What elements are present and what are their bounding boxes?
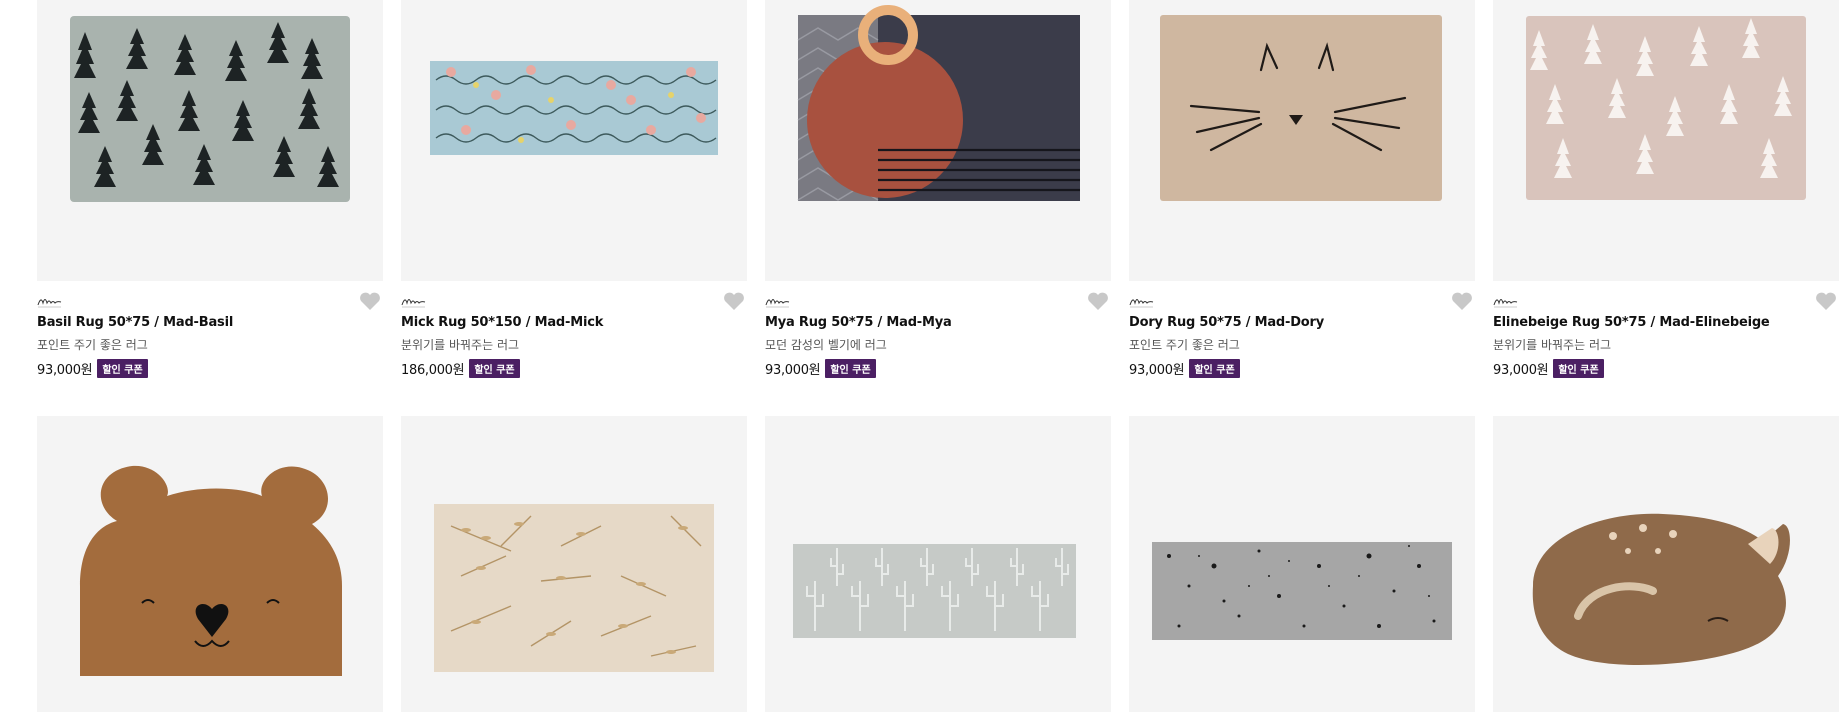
product-title[interactable]: Dory Rug 50*75 / Mad-Dory	[1129, 315, 1324, 330]
product-card[interactable]: Dory Rug 50*75 / Mad-Dory 포인트 주기 좋은 러그 9…	[1129, 0, 1475, 416]
product-image[interactable]	[1493, 0, 1839, 281]
product-card[interactable]	[401, 416, 747, 712]
product-card[interactable]	[765, 416, 1111, 712]
product-image[interactable]	[765, 0, 1111, 281]
wishlist-heart-icon[interactable]	[723, 291, 745, 311]
elinebeige-rug-image	[1526, 16, 1806, 200]
coupon-badge: 할인 쿠폰	[469, 359, 520, 378]
product-image[interactable]	[1129, 0, 1475, 281]
speckled-rug-image	[1152, 542, 1452, 640]
product-title[interactable]: Basil Rug 50*75 / Mad-Basil	[37, 315, 233, 330]
product-image[interactable]	[401, 0, 747, 281]
mad-logo-icon	[765, 293, 791, 308]
dory-rug-image	[1160, 15, 1442, 201]
mad-logo-icon	[1129, 293, 1155, 308]
product-card[interactable]: Basil Rug 50*75 / Mad-Basil 포인트 주기 좋은 러그…	[37, 0, 383, 416]
price-row: 93,000원 할인 쿠폰	[765, 359, 876, 378]
product-title[interactable]: Mya Rug 50*75 / Mad-Mya	[765, 315, 952, 330]
fawn-rug-image	[1532, 513, 1790, 666]
product-image[interactable]	[37, 416, 383, 712]
product-description: 포인트 주기 좋은 러그	[1129, 338, 1240, 352]
product-image[interactable]	[37, 0, 383, 281]
product-card[interactable]	[1493, 416, 1839, 712]
coupon-badge: 할인 쿠폰	[1189, 359, 1240, 378]
product-info: Mick Rug 50*150 / Mad-Mick 분위기를 바꿔주는 러그 …	[401, 281, 747, 416]
product-image[interactable]	[401, 416, 747, 712]
product-price: 93,000원	[1129, 363, 1185, 378]
product-title[interactable]: Mick Rug 50*150 / Mad-Mick	[401, 315, 603, 330]
product-description: 분위기를 바꿔주는 러그	[401, 338, 520, 352]
product-image[interactable]	[765, 416, 1111, 712]
product-description: 분위기를 바꿔주는 러그	[1493, 338, 1612, 352]
price-row: 93,000원 할인 쿠폰	[37, 359, 148, 378]
product-info: Basil Rug 50*75 / Mad-Basil 포인트 주기 좋은 러그…	[37, 281, 383, 416]
product-title[interactable]: Elinebeige Rug 50*75 / Mad-Elinebeige	[1493, 315, 1770, 330]
mick-rug-image	[430, 61, 718, 155]
price-row: 93,000원 할인 쿠폰	[1493, 359, 1604, 378]
bear-rug-image	[80, 465, 342, 676]
wishlist-heart-icon[interactable]	[1451, 291, 1473, 311]
product-description: 포인트 주기 좋은 러그	[37, 338, 148, 352]
cactus-rug-image	[793, 544, 1076, 638]
product-info: Dory Rug 50*75 / Mad-Dory 포인트 주기 좋은 러그 9…	[1129, 281, 1475, 416]
product-image[interactable]	[1129, 416, 1475, 712]
mad-logo-icon	[37, 293, 63, 308]
product-image[interactable]	[1493, 416, 1839, 712]
leaf-rug-image	[434, 504, 714, 672]
coupon-badge: 할인 쿠폰	[825, 359, 876, 378]
product-grid: Basil Rug 50*75 / Mad-Basil 포인트 주기 좋은 러그…	[37, 0, 1839, 712]
product-price: 93,000원	[765, 363, 821, 378]
mad-logo-icon	[1493, 293, 1519, 308]
price-row: 93,000원 할인 쿠폰	[1129, 359, 1240, 378]
wishlist-heart-icon[interactable]	[1087, 291, 1109, 311]
product-info: Mya Rug 50*75 / Mad-Mya 모던 감성의 벨기에 러그 93…	[765, 281, 1111, 416]
product-card[interactable]	[1129, 416, 1475, 712]
product-info: Elinebeige Rug 50*75 / Mad-Elinebeige 분위…	[1493, 281, 1839, 416]
mya-rug-image	[797, 5, 1080, 201]
price-row: 186,000원 할인 쿠폰	[401, 359, 520, 378]
product-card[interactable]: Mya Rug 50*75 / Mad-Mya 모던 감성의 벨기에 러그 93…	[765, 0, 1111, 416]
coupon-badge: 할인 쿠폰	[1553, 359, 1604, 378]
product-description: 모던 감성의 벨기에 러그	[765, 338, 887, 352]
coupon-badge: 할인 쿠폰	[97, 359, 148, 378]
mad-logo-icon	[401, 293, 427, 308]
product-price: 93,000원	[37, 363, 93, 378]
product-price: 186,000원	[401, 363, 465, 378]
wishlist-heart-icon[interactable]	[359, 291, 381, 311]
product-card[interactable]: Elinebeige Rug 50*75 / Mad-Elinebeige 분위…	[1493, 0, 1839, 416]
product-card[interactable]: Mick Rug 50*150 / Mad-Mick 분위기를 바꿔주는 러그 …	[401, 0, 747, 416]
product-card[interactable]	[37, 416, 383, 712]
product-price: 93,000원	[1493, 363, 1549, 378]
wishlist-heart-icon[interactable]	[1815, 291, 1837, 311]
basil-rug-image	[70, 16, 350, 202]
